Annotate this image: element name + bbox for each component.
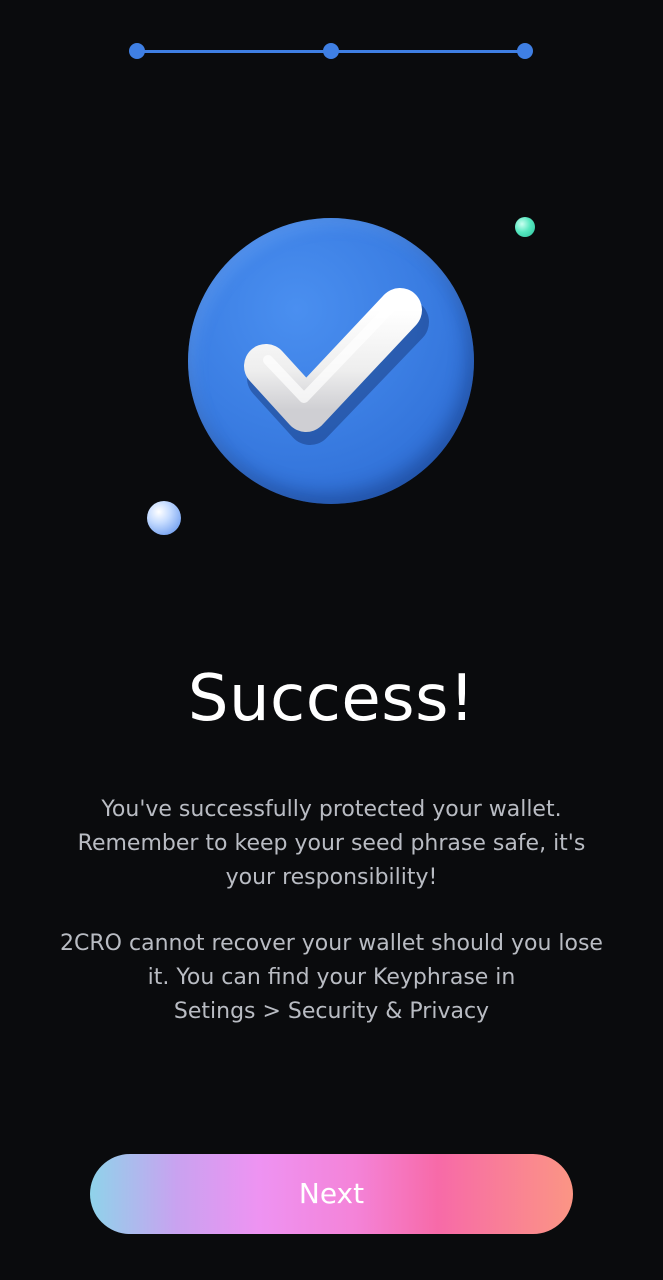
success-message-line: You've successfully protected your walle… [101,797,562,822]
checkmark-icon [244,288,429,445]
next-button[interactable]: Next [90,1154,573,1234]
success-illustration [0,0,663,560]
blue-orb-decoration [147,501,181,535]
green-orb-decoration [515,217,535,237]
success-title: Success! [187,662,476,736]
recovery-notice: 2CRO cannot recover your wallet should y… [40,927,623,1029]
recovery-notice-line: Setings > Security & Privacy [173,999,490,1024]
recovery-notice-line: 2CRO cannot recover your wallet should y… [60,931,603,956]
checkmark-badge [188,218,474,504]
recovery-notice-line: it. You can find your Keyphrase in [147,965,516,990]
success-message-line: Remember to keep your seed phrase safe, … [77,831,586,856]
success-message: You've successfully protected your walle… [40,793,623,895]
success-message-line: your responsibility! [225,865,438,890]
